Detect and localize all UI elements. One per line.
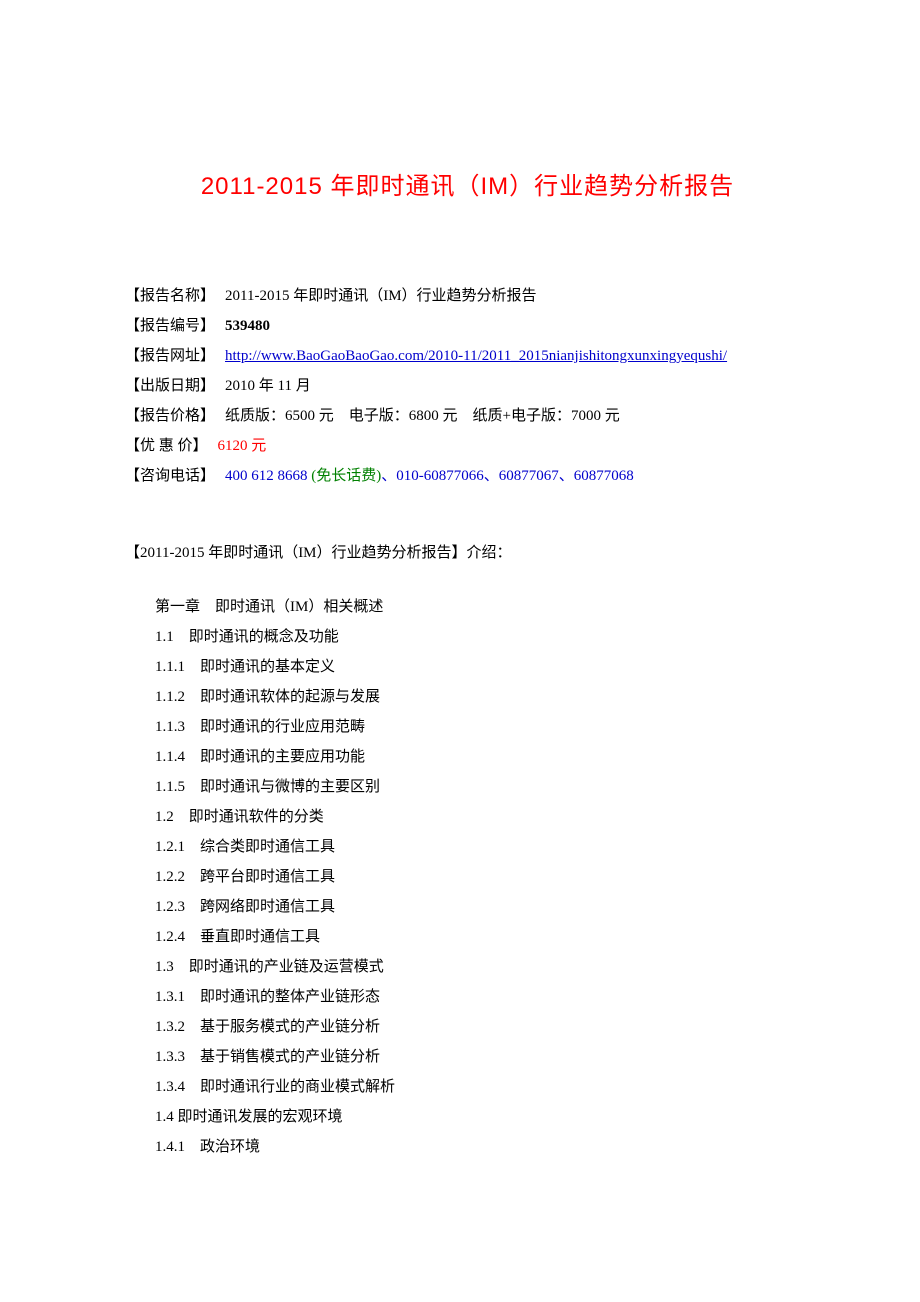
report-metadata: 【报告名称】 2011-2015 年即时通讯（IM）行业趋势分析报告 【报告编号… [125, 281, 810, 491]
meta-value-id: 539480 [225, 311, 270, 341]
toc-item: 1.4.1 政治环境 [155, 1132, 810, 1162]
toc-item: 1.3.1 即时通讯的整体产业链形态 [155, 982, 810, 1012]
phone-note: (免长话费) [311, 468, 381, 484]
meta-row-id: 【报告编号】 539480 [125, 311, 810, 341]
phone-main: 400 612 8668 [225, 468, 311, 484]
toc-item: 1.2.4 垂直即时通信工具 [155, 922, 810, 952]
toc-item: 1.3 即时通讯的产业链及运营模式 [155, 952, 810, 982]
meta-row-date: 【出版日期】 2010 年 11 月 [125, 371, 810, 401]
meta-value-phone: 400 612 8668 (免长话费)、010-60877066、6087706… [225, 461, 634, 491]
document-page: 2011-2015 年即时通讯（IM）行业趋势分析报告 【报告名称】 2011-… [0, 0, 920, 1222]
toc-item: 1.2.3 跨网络即时通信工具 [155, 892, 810, 922]
toc-item: 1.2.1 综合类即时通信工具 [155, 832, 810, 862]
toc-item: 第一章 即时通讯（IM）相关概述 [155, 592, 810, 622]
meta-label: 【报告网址】 [125, 341, 215, 371]
toc-item: 1.3.2 基于服务模式的产业链分析 [155, 1012, 810, 1042]
table-of-contents: 第一章 即时通讯（IM）相关概述 1.1 即时通讯的概念及功能 1.1.1 即时… [125, 592, 810, 1162]
meta-value-discount: 6120 元 [218, 431, 267, 461]
toc-item: 1.3.3 基于销售模式的产业链分析 [155, 1042, 810, 1072]
toc-item: 1.1.1 即时通讯的基本定义 [155, 652, 810, 682]
meta-label: 【报告编号】 [125, 311, 215, 341]
phone-rest: 、010-60877066、60877067、60877068 [381, 468, 634, 484]
meta-value-name: 2011-2015 年即时通讯（IM）行业趋势分析报告 [225, 281, 537, 311]
toc-item: 1.1.5 即时通讯与微博的主要区别 [155, 772, 810, 802]
intro-heading: 【2011-2015 年即时通讯（IM）行业趋势分析报告】介绍： [125, 541, 810, 562]
meta-row-discount: 【优 惠 价】 6120 元 [125, 431, 810, 461]
toc-item: 1.4 即时通讯发展的宏观环境 [155, 1102, 810, 1132]
meta-label: 【咨询电话】 [125, 461, 215, 491]
meta-row-price: 【报告价格】 纸质版：6500 元 电子版：6800 元 纸质+电子版：7000… [125, 401, 810, 431]
toc-item: 1.2 即时通讯软件的分类 [155, 802, 810, 832]
meta-value-price: 纸质版：6500 元 电子版：6800 元 纸质+电子版：7000 元 [225, 401, 620, 431]
toc-item: 1.3.4 即时通讯行业的商业模式解析 [155, 1072, 810, 1102]
report-url-link[interactable]: http://www.BaoGaoBaoGao.com/2010-11/2011… [225, 341, 727, 371]
toc-item: 1.1.4 即时通讯的主要应用功能 [155, 742, 810, 772]
report-title: 2011-2015 年即时通讯（IM）行业趋势分析报告 [125, 166, 810, 201]
toc-item: 1.2.2 跨平台即时通信工具 [155, 862, 810, 892]
meta-label: 【报告价格】 [125, 401, 215, 431]
meta-label: 【出版日期】 [125, 371, 215, 401]
meta-row-phone: 【咨询电话】 400 612 8668 (免长话费)、010-60877066、… [125, 461, 810, 491]
meta-row-name: 【报告名称】 2011-2015 年即时通讯（IM）行业趋势分析报告 [125, 281, 810, 311]
meta-label: 【报告名称】 [125, 281, 215, 311]
meta-value-date: 2010 年 11 月 [225, 371, 311, 401]
toc-item: 1.1.2 即时通讯软体的起源与发展 [155, 682, 810, 712]
meta-row-url: 【报告网址】 http://www.BaoGaoBaoGao.com/2010-… [125, 341, 810, 371]
toc-item: 1.1.3 即时通讯的行业应用范畴 [155, 712, 810, 742]
meta-label: 【优 惠 价】 [125, 431, 208, 461]
toc-item: 1.1 即时通讯的概念及功能 [155, 622, 810, 652]
